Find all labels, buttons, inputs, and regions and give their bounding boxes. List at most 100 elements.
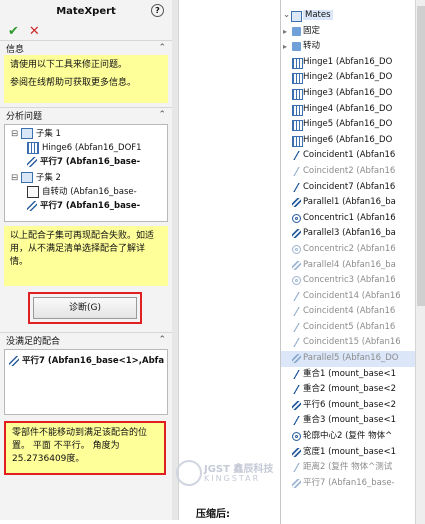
- scrollbar-thumb[interactable]: [417, 6, 425, 306]
- mate-label: Parallel1 (Abfan16_ba: [303, 197, 396, 208]
- tree-node-hinge6[interactable]: Hinge6 (Abfan16_DOF1: [27, 141, 142, 155]
- mate-label: Concentric3 (Abfan16: [303, 275, 396, 286]
- tree-node-subset-1[interactable]: ⊟ 子集 1: [11, 127, 61, 141]
- diagnose-button[interactable]: 诊断(G): [33, 297, 137, 319]
- parallel-icon: [27, 200, 37, 211]
- info-message-box: 请使用以下工具来修正问题。 参阅在线帮助可获取更多信息。: [4, 55, 168, 103]
- mate-label: Coincident14 (Abfan16: [303, 290, 401, 301]
- mate-item[interactable]: Coincident4 (Abfan16: [281, 304, 416, 320]
- mate-label: Hinge1 (Abfan16_DO: [303, 56, 393, 67]
- mate-label: 固定: [303, 25, 321, 36]
- tree-node-parallel7[interactable]: 平行7 (Abfan16_base-: [27, 199, 140, 213]
- help-icon[interactable]: ?: [151, 4, 164, 17]
- mate-label: 转动: [303, 41, 321, 52]
- expand-arrow-icon[interactable]: ▸: [283, 24, 287, 40]
- rotate-icon: [27, 185, 39, 198]
- mate-item[interactable]: 距离2 (复件 物体^测试: [281, 460, 416, 476]
- mate-item[interactable]: Concentric2 (Abfan16: [281, 242, 416, 258]
- concentric-icon: [292, 244, 301, 254]
- ok-check-icon[interactable]: ✔: [8, 24, 19, 39]
- mate-item[interactable]: Parallel4 (Abfan16_ba: [281, 258, 416, 274]
- problem-tree: ⊟ 子集 1 Hinge6 (Abfan16_DOF1 平行7 (Abfan16…: [4, 124, 168, 222]
- unsat-mate-item[interactable]: 平行7 (Abfan16_base<1>,Abfa: [9, 354, 164, 366]
- mate-item[interactable]: Coincident5 (Abfan16: [281, 320, 416, 336]
- folder-icon: [292, 42, 301, 52]
- collapse-chevron-icon[interactable]: ⌃: [158, 43, 166, 53]
- analyze-section-header[interactable]: 分析问题 ⌃: [0, 107, 172, 122]
- matexpert-panel: MateXpert ? ✔ ✕ 信息 ⌃ 请使用以下工具来修正问题。 参阅在线帮…: [0, 0, 173, 520]
- mate-item[interactable]: Hinge2 (Abfan16_DO: [281, 70, 416, 86]
- mate-item[interactable]: Coincident15 (Abfan16: [281, 335, 416, 351]
- parallel-icon: [292, 400, 301, 410]
- tree-node-subset-2[interactable]: ⊟ 子集 2: [11, 171, 61, 185]
- mate-label: 重合1 (mount_base<1: [303, 368, 397, 379]
- hinge-icon: [292, 120, 303, 132]
- parallel-icon: [27, 156, 37, 167]
- mate-item[interactable]: Hinge6 (Abfan16_DO: [281, 133, 416, 149]
- mate-item[interactable]: 重合2 (mount_base<2: [281, 382, 416, 398]
- mate-label: Hinge4 (Abfan16_DO: [303, 103, 393, 114]
- mate-item[interactable]: Coincident7 (Abfan16: [281, 180, 416, 196]
- mate-label: Hinge6 (Abfan16_DO: [303, 134, 393, 145]
- mate-item[interactable]: Coincident2 (Abfan16: [281, 164, 416, 180]
- info-line-1: 请使用以下工具来修正问题。: [10, 60, 128, 70]
- mate-item[interactable]: Parallel3 (Abfan16_ba: [281, 226, 416, 242]
- collapse-chevron-icon[interactable]: ⌃: [158, 335, 166, 345]
- vertical-scrollbar[interactable]: [415, 0, 425, 524]
- hinge-icon: [292, 104, 303, 116]
- mate-item[interactable]: Parallel1 (Abfan16_ba: [281, 195, 416, 211]
- collapse-chevron-icon[interactable]: ⌃: [158, 110, 166, 120]
- parallel-icon: [292, 229, 301, 239]
- tree-label: 子集 1: [35, 129, 61, 139]
- tree-node-parallel7[interactable]: 平行7 (Abfan16_base-: [27, 155, 140, 169]
- mate-item[interactable]: 重合3 (mount_base<1: [281, 413, 416, 429]
- mate-label: Coincident7 (Abfan16: [303, 181, 396, 192]
- mate-item[interactable]: Hinge5 (Abfan16_DO: [281, 117, 416, 133]
- mate-item[interactable]: Hinge4 (Abfan16_DO: [281, 102, 416, 118]
- unsat-header-label: 没满足的配合: [6, 336, 61, 347]
- mate-item[interactable]: Coincident1 (Abfan16: [281, 148, 416, 164]
- watermark-brand-en: KINGSTAR: [204, 474, 261, 483]
- panel-splitter[interactable]: [172, 0, 179, 520]
- width-icon: [292, 447, 301, 457]
- parallel-icon: [292, 260, 301, 270]
- error-message-text: 零部件不能移动到满足该配合的位置。 平面 不平行。 角度为 25.2736409…: [12, 428, 148, 464]
- coincident-icon: [292, 322, 301, 332]
- mate-item[interactable]: 重合1 (mount_base<1: [281, 367, 416, 383]
- coincident-icon: [292, 338, 301, 348]
- analyze-header-label: 分析问题: [6, 111, 43, 122]
- info-section-header[interactable]: 信息 ⌃: [0, 40, 172, 55]
- parallel-icon: [9, 355, 19, 366]
- tree-label: 平行7 (Abfan16_base-: [40, 157, 141, 167]
- coincident-icon: [292, 182, 301, 192]
- mate-item[interactable]: 轮廓中心2 (复件 物体^: [281, 429, 416, 445]
- mate-item[interactable]: Coincident14 (Abfan16: [281, 289, 416, 305]
- coincident-icon: [292, 151, 301, 161]
- mate-item[interactable]: 平行7 (Abfan16_base-: [281, 476, 416, 492]
- tree-node-free-rotate[interactable]: 自转动 (Abfan16_base-: [27, 185, 137, 199]
- mate-item[interactable]: 宽度1 (mount_base<1: [281, 445, 416, 461]
- diagnose-button-highlight: 诊断(G): [28, 292, 142, 324]
- mate-label: Hinge3 (Abfan16_DO: [303, 87, 393, 98]
- hinge-icon: [292, 73, 303, 85]
- mate-label: 重合3 (mount_base<1: [303, 415, 397, 426]
- mate-label: Hinge2 (Abfan16_DO: [303, 72, 393, 83]
- expand-arrow-icon[interactable]: ▸: [283, 39, 287, 55]
- error-message-box: 零部件不能移动到满足该配合的位置。 平面 不平行。 角度为 25.2736409…: [6, 423, 164, 473]
- mates-root-node[interactable]: ⌄ Mates: [281, 8, 416, 24]
- mate-item[interactable]: Concentric3 (Abfan16: [281, 273, 416, 289]
- mate-label: Coincident2 (Abfan16: [303, 165, 396, 176]
- mate-item[interactable]: Hinge1 (Abfan16_DO: [281, 55, 416, 71]
- unsatisfied-mates-list: 平行7 (Abfan16_base<1>,Abfa: [4, 349, 168, 415]
- mate-item[interactable]: Parallel5 (Abfan16_DO: [281, 351, 416, 367]
- mate-item[interactable]: ▸ 固定: [281, 24, 416, 40]
- unsat-section-header[interactable]: 没满足的配合 ⌃: [0, 332, 172, 347]
- mate-item[interactable]: Concentric1 (Abfan16: [281, 211, 416, 227]
- tree-label: 平行7 (Abfan16_base-: [40, 201, 141, 211]
- mate-item[interactable]: 平行6 (mount_base<2: [281, 398, 416, 414]
- cancel-x-icon[interactable]: ✕: [29, 24, 40, 39]
- mate-item[interactable]: Hinge3 (Abfan16_DO: [281, 86, 416, 102]
- mate-label: Concentric1 (Abfan16: [303, 212, 396, 223]
- mate-item[interactable]: ▸ 转动: [281, 39, 416, 55]
- mate-label: 宽度1 (mount_base<1: [303, 446, 397, 457]
